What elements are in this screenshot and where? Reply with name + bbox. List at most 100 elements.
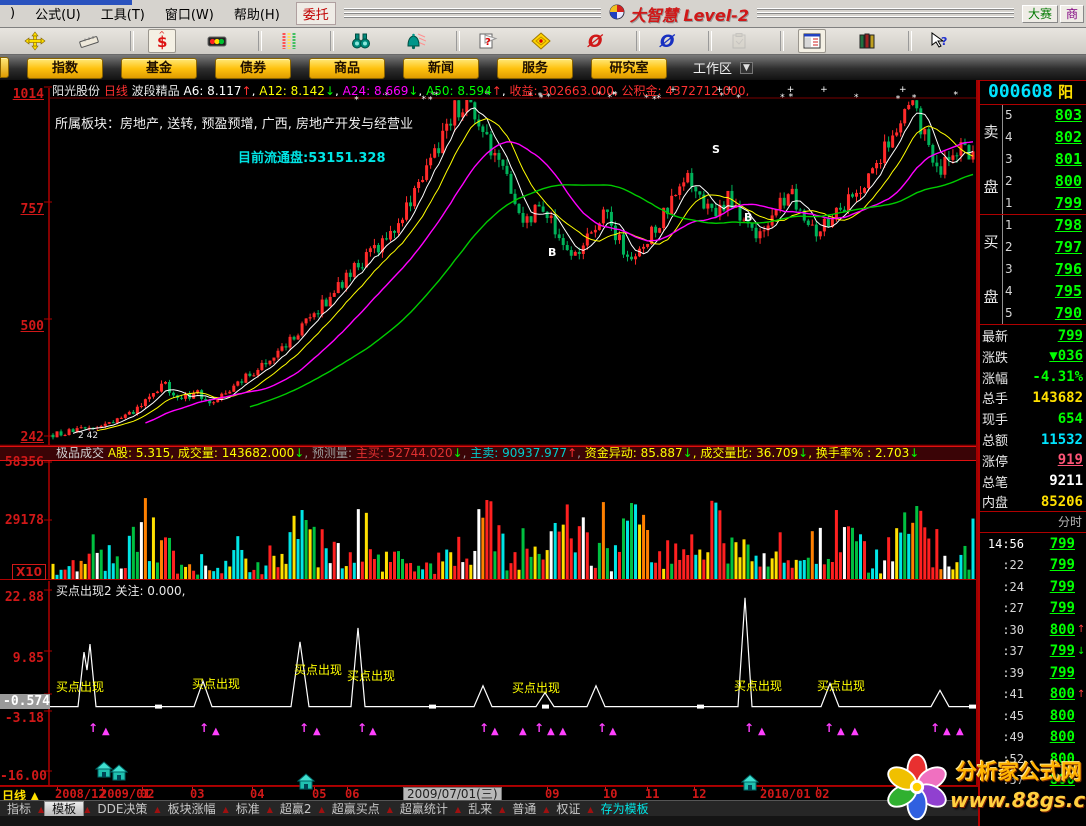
ladder-row[interactable]: 2800 — [1003, 170, 1086, 192]
stock-fund-icon[interactable]: $^ — [148, 29, 176, 53]
svg-text:*: * — [354, 96, 359, 106]
chart-header-segment: , — [418, 84, 426, 96]
tab-超赢2[interactable]: 超赢2 — [273, 802, 319, 817]
tab-超赢统计[interactable]: 超赢统计 — [393, 802, 455, 817]
tick-row: :24799 — [980, 576, 1086, 597]
top-button[interactable]: 商 — [1060, 5, 1084, 23]
intraday-tab-label[interactable]: 分时 — [1058, 513, 1082, 530]
stat-现手: 现手654 — [980, 408, 1086, 429]
stock-code-row[interactable]: 000608 阳 — [980, 81, 1086, 103]
tab-乱来[interactable]: 乱来 — [461, 802, 499, 817]
chart-header-segment: , — [335, 84, 343, 96]
svg-text:?: ? — [941, 35, 947, 48]
nav-button-研究室[interactable]: 研究室 — [591, 58, 667, 79]
axis-label: 500 — [0, 319, 44, 334]
site-name: 分析家公式网 — [956, 756, 1082, 786]
diamond-icon[interactable] — [528, 30, 554, 52]
stripes-icon[interactable] — [276, 30, 302, 52]
phi-red-icon[interactable]: Ø — [582, 30, 608, 52]
toolbar-grip — [757, 8, 1014, 20]
ladder-row[interactable]: 1798 — [1003, 214, 1086, 236]
site-watermark: 分析家公式网 www.88gs.com — [880, 750, 1086, 826]
pan-icon[interactable] — [22, 30, 48, 52]
flag-question-icon[interactable]: ? — [474, 30, 500, 52]
house-icon — [741, 774, 759, 795]
indicator-segment: , 预测量: — [304, 446, 356, 460]
svg-text:▲: ▲ — [547, 726, 555, 737]
help-cursor-icon[interactable]: ? — [926, 30, 952, 52]
menu-item-weituo[interactable]: 委托 — [296, 2, 336, 25]
tab-模板[interactable]: 模板 — [44, 801, 84, 817]
ruler-icon[interactable] — [76, 30, 102, 52]
tick-row: :39799 — [980, 662, 1086, 683]
tab-超赢买点[interactable]: 超赢买点 — [325, 802, 387, 817]
nav-button-服务[interactable]: 服务 — [497, 58, 573, 79]
svg-text:*: * — [422, 95, 427, 105]
chart-header-segment: A24: 8.669 — [343, 84, 409, 96]
axis-label: -3.18 — [0, 711, 44, 726]
house-icon — [297, 773, 315, 794]
chart-header-segment: ↓ — [408, 84, 418, 96]
svg-text:▲: ▲ — [559, 726, 567, 737]
chevron-down-icon[interactable]: ▼ — [740, 62, 753, 74]
svg-text:↑: ↑ — [597, 721, 607, 735]
bell-icon[interactable] — [402, 30, 428, 52]
axis-label: 29178 — [0, 513, 44, 528]
ladder-row[interactable]: 5803 — [1003, 104, 1086, 126]
ladder-row[interactable]: 2797 — [1003, 236, 1086, 258]
chart-header-segment: ↑ — [242, 84, 252, 96]
tab-标准[interactable]: 标准 — [229, 802, 267, 817]
nav-button-基金[interactable]: 基金 — [121, 58, 197, 79]
buy-ladder: 买盘17982797379647955790 — [980, 214, 1086, 324]
ladder-row[interactable]: 4802 — [1003, 126, 1086, 148]
svg-text:▲: ▲ — [519, 726, 527, 737]
tab-DDE决策[interactable]: DDE决策 — [90, 802, 154, 817]
volume-chart[interactable] — [0, 461, 978, 580]
ladder-row[interactable]: 3801 — [1003, 148, 1086, 170]
nav-button-债券[interactable]: 债券 — [215, 58, 291, 79]
phi-blue-icon[interactable]: Ø — [654, 30, 680, 52]
tab-存为模板[interactable]: 存为模板 — [594, 802, 656, 817]
clipboard-icon — [726, 30, 752, 52]
menu-item[interactable]: 工具(T) — [91, 5, 155, 26]
stat-涨跌: 涨跌▼036 — [980, 346, 1086, 367]
nav-button-商品[interactable]: 商品 — [309, 58, 385, 79]
menu-item[interactable]: 公式(U) — [25, 5, 91, 26]
tab-板块涨幅[interactable]: 板块涨幅 — [161, 802, 223, 817]
tab-权证[interactable]: 权证 — [549, 802, 587, 817]
axis-label: 757 — [0, 202, 44, 217]
workspace-label[interactable]: 工作区 — [693, 58, 732, 77]
chart-header-segment: 波段精品 — [132, 84, 184, 96]
menu-item[interactable]: 窗口(W) — [155, 5, 224, 26]
svg-text:▲: ▲ — [956, 726, 964, 737]
ladder-row[interactable]: 1799 — [1003, 192, 1086, 214]
layout-icon[interactable] — [798, 29, 826, 53]
house-icon — [110, 764, 128, 785]
tab-普通[interactable]: 普通 — [505, 802, 543, 817]
panel-divider — [976, 80, 978, 786]
axis-label: 22.88 — [0, 590, 44, 605]
nav-button-partial[interactable] — [0, 57, 9, 78]
svg-text:▲: ▲ — [837, 726, 845, 737]
svg-text:▲: ▲ — [491, 726, 499, 737]
top-button[interactable]: 大赛 — [1022, 5, 1058, 23]
menu-item[interactable]: 帮助(H) — [224, 5, 290, 26]
quote-panel: 000608 阳 卖盘58034802380128001799买盘1798279… — [978, 80, 1086, 826]
ladder-row[interactable]: 4795 — [1003, 280, 1086, 302]
svg-text:↑: ↑ — [744, 721, 754, 735]
candlestick-chart[interactable]: **************************++++++ — [0, 80, 978, 446]
nav-button-新闻[interactable]: 新闻 — [403, 58, 479, 79]
books-icon[interactable] — [854, 30, 880, 52]
volume-multiplier-label: X10 — [12, 564, 46, 580]
binoculars-icon[interactable] — [348, 30, 374, 52]
chart-header-segment: A50: 8.594 — [426, 84, 492, 96]
tick-row: :37799↓ — [980, 641, 1086, 662]
tab-指标[interactable]: 指标 — [0, 802, 38, 817]
trade-signal-letter: S — [712, 143, 720, 156]
nav-button-指数[interactable]: 指数 — [27, 58, 103, 79]
svg-text:↑: ↑ — [534, 721, 544, 735]
ladder-row[interactable]: 5790 — [1003, 302, 1086, 324]
axis-label: -16.00 — [0, 769, 44, 784]
traffic-light-icon[interactable] — [204, 30, 230, 52]
ladder-row[interactable]: 3796 — [1003, 258, 1086, 280]
